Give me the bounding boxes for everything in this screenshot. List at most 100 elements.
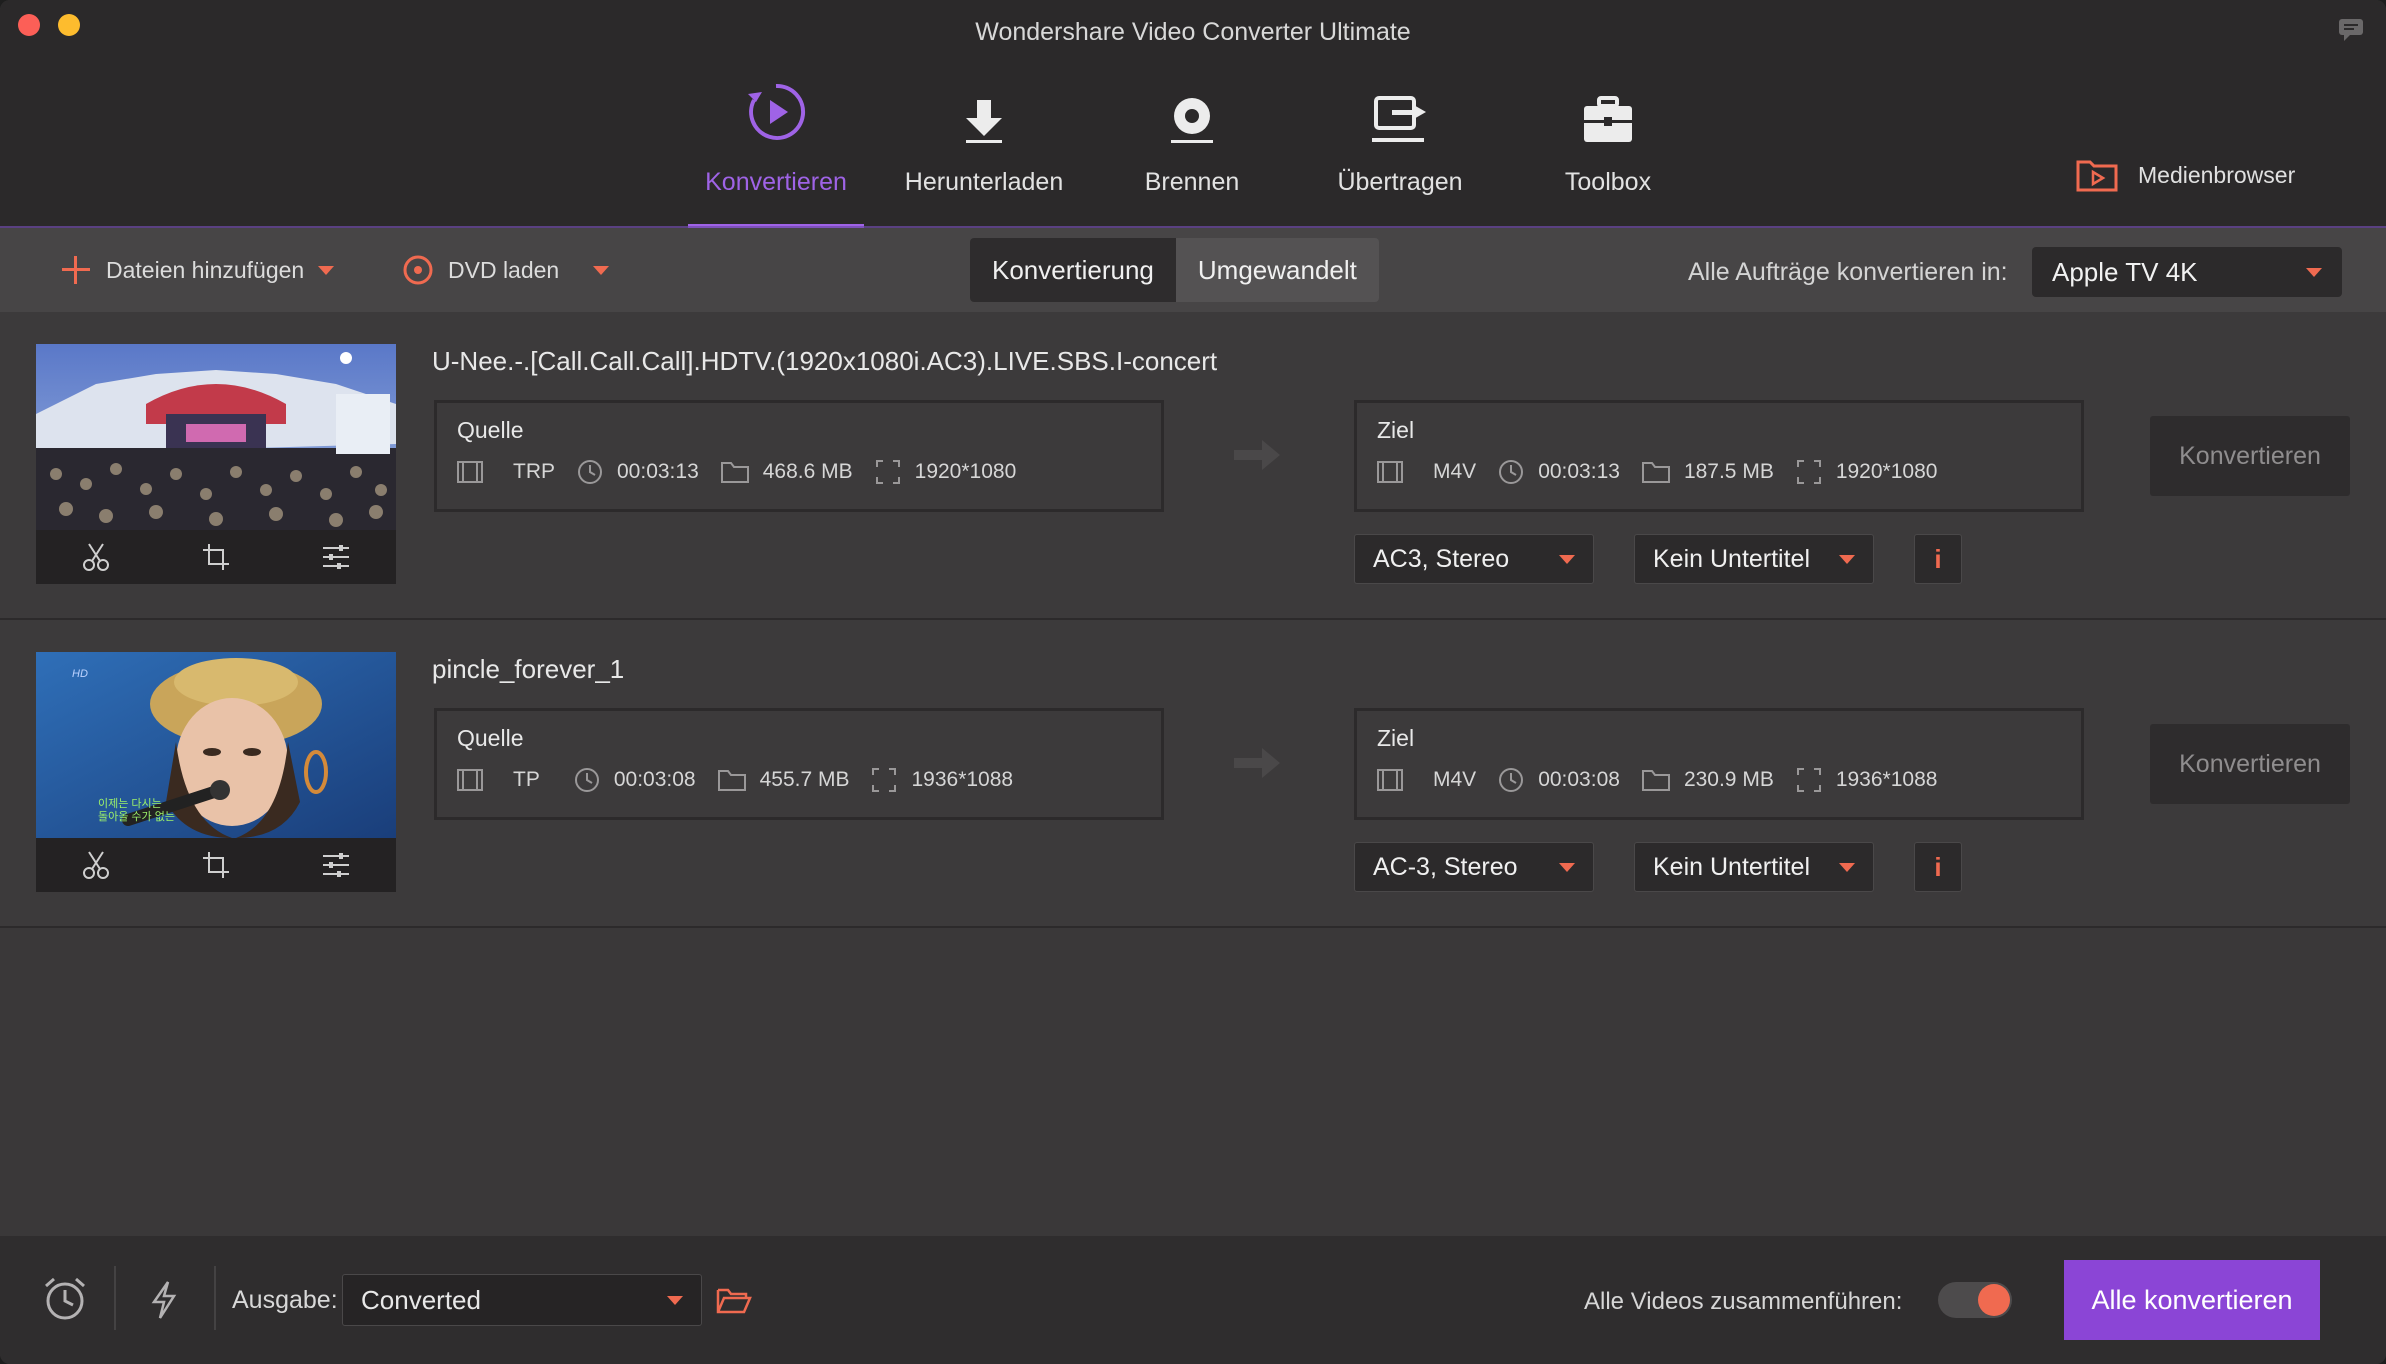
chevron-down-icon (1839, 554, 1855, 564)
target-size: 187.5 MB (1683, 460, 1774, 483)
load-dvd-button[interactable]: DVD laden (402, 228, 610, 312)
audio-track-select[interactable]: AC-3, Stereo (1354, 842, 1594, 892)
singer-thumbnail-image: HD 이제는 다시는 돌아올 수가 없는 (36, 652, 396, 838)
chevron-down-icon (1559, 554, 1575, 564)
clock-icon (1499, 768, 1524, 792)
chevron-down-icon[interactable] (593, 265, 610, 275)
convert-button[interactable]: Konvertieren (2150, 416, 2350, 496)
title-bar: Wondershare Video Converter Ultimate Kon… (0, 0, 2386, 228)
target-duration: 00:03:08 (1538, 768, 1620, 791)
effects-sliders-icon[interactable] (321, 850, 351, 880)
nav-tab-herunterladen[interactable]: Herunterladen (896, 74, 1072, 228)
subtitle-value: Kein Untertitel (1653, 544, 1811, 573)
disc-burn-icon (1167, 74, 1217, 144)
source-format: TRP (513, 460, 555, 483)
lightning-icon[interactable] (150, 1280, 178, 1320)
folder-icon (1641, 462, 1670, 483)
target-format: M4V (1433, 460, 1477, 483)
plus-icon (62, 256, 90, 284)
target-label: Ziel (1377, 725, 1415, 751)
crop-icon[interactable] (201, 850, 231, 880)
info-button[interactable]: i (1914, 534, 1962, 584)
audio-track-select[interactable]: AC3, Stereo (1354, 534, 1594, 584)
resolution-icon (1796, 460, 1821, 484)
dvd-icon (403, 255, 433, 285)
film-icon (457, 461, 483, 483)
scissors-icon[interactable] (81, 850, 111, 880)
clock-icon (574, 768, 599, 792)
hd-badge: HD (72, 668, 88, 680)
concert-thumbnail-image (36, 344, 396, 530)
footer-bar: Ausgabe: Converted Alle Videos zusammenf… (0, 1236, 2386, 1364)
film-icon (457, 769, 483, 791)
app-window: Wondershare Video Converter Ultimate Kon… (0, 0, 2386, 1364)
nav-tab-brennen[interactable]: Brennen (1104, 74, 1280, 228)
window-title: Wondershare Video Converter Ultimate (975, 18, 1411, 46)
target-info-box[interactable]: Ziel M4V 00:03:13 187.5 MB 1920*1080 (1354, 400, 2084, 512)
target-size: 230.9 MB (1683, 768, 1774, 791)
thumbnail-caption: 이제는 다시는 돌아올 수가 없는 (98, 798, 175, 824)
source-info-box: Quelle TP 00:03:08 455.7 MB 1936*1088 (434, 708, 1164, 820)
source-size: 468.6 MB (762, 460, 853, 483)
chat-icon[interactable] (2338, 18, 2364, 47)
source-meta: TP 00:03:08 455.7 MB 1936*1088 (457, 767, 1035, 793)
nav-tab-uebertragen[interactable]: Übertragen (1312, 74, 1488, 228)
subtitle-select[interactable]: Kein Untertitel (1634, 534, 1874, 584)
film-icon (1377, 769, 1403, 791)
target-info-box[interactable]: Ziel M4V 00:03:08 230.9 MB 1936*1088 (1354, 708, 2084, 820)
view-tabs: Konvertierung Umgewandelt (970, 238, 1379, 302)
transfer-icon (1370, 74, 1430, 144)
source-duration: 00:03:08 (613, 768, 696, 791)
media-browser-button[interactable]: Medienbrowser (2076, 158, 2295, 192)
tab-umgewandelt[interactable]: Umgewandelt (1176, 238, 1379, 302)
toolbox-icon (1581, 74, 1635, 144)
output-folder-select[interactable]: Converted (342, 1274, 702, 1326)
thumbnail-tools (36, 530, 396, 584)
resolution-icon (1796, 768, 1821, 792)
folder-icon (1641, 770, 1670, 791)
merge-videos-label: Alle Videos zusammenführen: (1584, 1288, 1903, 1315)
subtitle-value: Kein Untertitel (1653, 852, 1811, 881)
output-folder-value: Converted (361, 1284, 481, 1315)
source-info-box: Quelle TRP 00:03:13 468.6 MB 1920*1080 (434, 400, 1164, 512)
open-folder-icon[interactable] (716, 1286, 752, 1314)
effects-sliders-icon[interactable] (321, 542, 351, 572)
audio-track-value: AC3, Stereo (1373, 544, 1510, 573)
footer-divider (114, 1266, 116, 1330)
source-resolution: 1936*1088 (911, 768, 1014, 791)
chevron-down-icon (1559, 862, 1575, 872)
video-thumbnail[interactable]: HD 이제는 다시는 돌아올 수가 없는 (36, 652, 396, 892)
scissors-icon[interactable] (81, 542, 111, 572)
tab-konvertierung[interactable]: Konvertierung (970, 238, 1176, 302)
file-row: U-Nee.-.[Call.Call.Call].HDTV.(1920x1080… (0, 312, 2386, 620)
source-label: Quelle (457, 725, 524, 751)
merge-videos-toggle[interactable] (1938, 1282, 2012, 1318)
info-button[interactable]: i (1914, 842, 1962, 892)
output-preset-select[interactable]: Apple TV 4K (2032, 247, 2342, 297)
load-dvd-label: DVD laden (448, 256, 560, 283)
convert-all-button[interactable]: Alle konvertieren (2064, 1260, 2320, 1340)
convert-button[interactable]: Konvertieren (2150, 724, 2350, 804)
source-resolution: 1920*1080 (914, 460, 1017, 483)
video-thumbnail[interactable] (36, 344, 396, 584)
crop-icon[interactable] (201, 542, 231, 572)
toggle-knob (1978, 1284, 2010, 1316)
file-title: pincle_forever_1 (432, 654, 625, 684)
folder-icon (717, 770, 746, 791)
nav-tab-konvertieren[interactable]: Konvertieren (688, 74, 864, 228)
output-label: Ausgabe: (232, 1286, 338, 1314)
source-label: Quelle (457, 417, 524, 443)
source-format: TP (513, 768, 540, 791)
add-files-button[interactable]: Dateien hinzufügen (60, 228, 335, 312)
convert-all-to-label: Alle Aufträge konvertieren in: (1688, 258, 2008, 286)
media-browser-label: Medienbrowser (2138, 161, 2296, 188)
target-label: Ziel (1377, 417, 1415, 443)
alarm-clock-icon[interactable] (42, 1276, 88, 1322)
nav-tab-toolbox[interactable]: Toolbox (1520, 74, 1696, 228)
chevron-down-icon[interactable] (318, 265, 335, 275)
file-title: U-Nee.-.[Call.Call.Call].HDTV.(1920x1080… (432, 346, 1218, 376)
toolbar: Dateien hinzufügen DVD laden Konvertieru… (0, 228, 2386, 312)
subtitle-select[interactable]: Kein Untertitel (1634, 842, 1874, 892)
chevron-down-icon (667, 1295, 683, 1305)
folder-icon (720, 462, 749, 483)
